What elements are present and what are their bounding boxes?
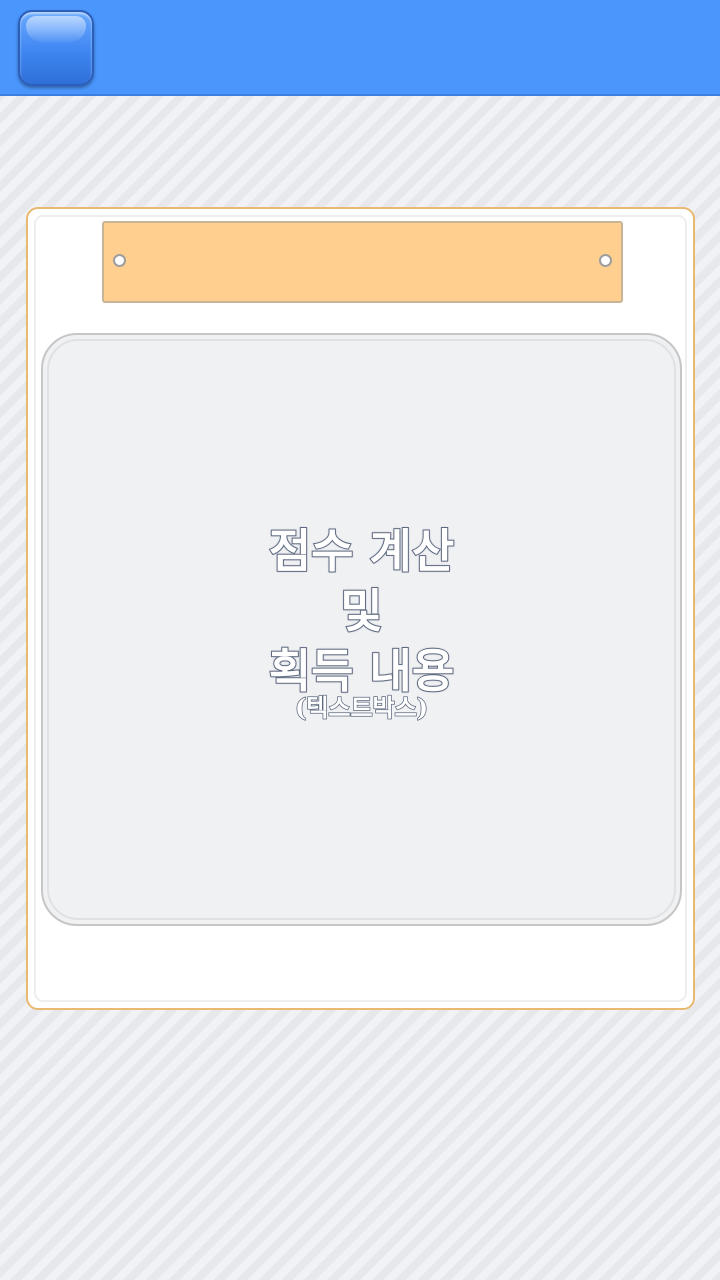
menu-button[interactable] (18, 10, 94, 86)
result-board: 점수 계산 및 획득 내용 (텍스트박스) (26, 207, 695, 1010)
top-bar (0, 0, 720, 96)
nameplate-title (134, 223, 591, 301)
score-text-box: 점수 계산 및 획득 내용 (텍스트박스) (43, 521, 680, 721)
board-nameplate (102, 221, 623, 303)
text-line-2: 및 (339, 583, 383, 639)
rounded-square-button-icon (26, 16, 86, 42)
text-line-1: 점수 계산 (268, 523, 455, 579)
text-line-3: 획득 내용 (268, 643, 455, 699)
score-text-panel: 점수 계산 및 획득 내용 (텍스트박스) (41, 333, 682, 926)
nameplate-hole-right (599, 254, 612, 267)
text-box-caption: (텍스트박스) (294, 693, 429, 722)
nameplate-hole-left (113, 254, 126, 267)
